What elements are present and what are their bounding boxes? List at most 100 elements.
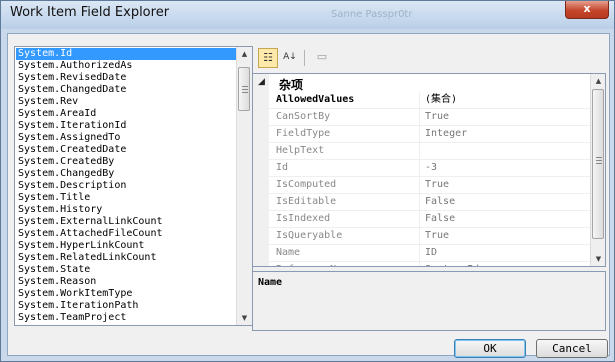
ok-button[interactable]: OK xyxy=(454,339,526,358)
property-value[interactable]: -3 xyxy=(425,160,587,176)
property-value[interactable]: System.Id xyxy=(425,262,587,266)
property-grid-table: ◢ 杂项 AllowedValues (集合) CanSortBy True Field… xyxy=(252,73,606,267)
scroll-up-arrow-icon[interactable]: ▲ xyxy=(591,74,605,88)
property-grid-toolbar: ☷ A↓ ▭ xyxy=(252,46,606,71)
property-row[interactable]: IsEditable False xyxy=(269,194,590,211)
property-name: IsEditable xyxy=(276,196,337,207)
collapse-triangle-icon[interactable]: ◢ xyxy=(258,77,265,87)
field-list-item[interactable]: System.AuthorizedAs xyxy=(16,60,236,72)
field-list-item[interactable]: System.HyperLinkCount xyxy=(16,240,236,252)
categorized-icon: ☷ xyxy=(263,51,273,64)
property-value[interactable]: False xyxy=(425,194,587,210)
property-row[interactable]: IsIndexed False xyxy=(269,211,590,228)
field-list-item[interactable]: System.State xyxy=(16,264,236,276)
field-list-item[interactable]: System.Reason xyxy=(16,276,236,288)
category-header[interactable]: ◢ 杂项 xyxy=(253,75,590,92)
property-name: Id xyxy=(276,162,289,173)
property-row[interactable]: IsQueryable True xyxy=(269,228,590,245)
field-list-item[interactable]: System.AssignedTo xyxy=(16,132,236,144)
field-list-item[interactable]: System.Id xyxy=(16,48,236,60)
property-value[interactable]: ID xyxy=(425,245,587,261)
property-name: CanSortBy xyxy=(276,111,331,122)
column-divider xyxy=(419,194,420,210)
property-name: Name xyxy=(276,247,301,258)
alphabetical-button[interactable]: A↓ xyxy=(280,48,300,68)
field-list[interactable]: System.Id System.AuthorizedAs System.Revis… xyxy=(14,46,253,326)
categorized-button[interactable]: ☷ xyxy=(258,48,278,68)
property-name: ReferenceName xyxy=(276,262,416,266)
field-list-item[interactable]: System.Title xyxy=(16,192,236,204)
close-icon: x xyxy=(583,2,591,15)
field-list-item[interactable]: System.RevisedDate xyxy=(16,72,236,84)
field-list-item[interactable]: System.ExternalLinkCount xyxy=(16,216,236,228)
field-list-item[interactable]: System.WorkItemType xyxy=(16,288,236,300)
property-value[interactable]: False xyxy=(425,211,587,227)
property-grid-scroll-thumb[interactable] xyxy=(592,89,604,239)
property-name: IsComputed xyxy=(276,179,337,190)
field-list-item[interactable]: System.CreatedDate xyxy=(16,144,236,156)
help-title: Name xyxy=(258,277,283,288)
category-label: 杂项 xyxy=(279,78,304,92)
property-name: FieldType xyxy=(276,128,331,139)
column-divider xyxy=(419,228,420,244)
alphabetical-sort-icon: A↓ xyxy=(283,52,297,62)
column-divider xyxy=(419,143,420,159)
property-row[interactable]: Id -3 xyxy=(269,160,590,177)
property-value[interactable]: Integer xyxy=(425,126,587,142)
property-row[interactable]: ReferenceName System.Id xyxy=(269,262,590,266)
property-row[interactable]: CanSortBy True xyxy=(269,109,590,126)
field-list-item[interactable]: System.AttachedFileCount xyxy=(16,228,236,240)
property-row[interactable]: IsComputed True xyxy=(269,177,590,194)
property-name: IsQueryable xyxy=(276,230,343,241)
column-divider xyxy=(419,262,420,266)
property-pages-icon: ▭ xyxy=(316,50,328,63)
property-value[interactable]: True xyxy=(425,109,587,125)
column-divider xyxy=(419,160,420,176)
cancel-button[interactable]: Cancel xyxy=(536,339,608,358)
property-row[interactable]: FieldType Integer xyxy=(269,126,590,143)
field-list-item[interactable]: System.AreaId xyxy=(16,108,236,120)
column-divider xyxy=(419,177,420,193)
field-list-item[interactable]: System.RelatedLinkCount xyxy=(16,252,236,264)
title-bar[interactable]: Work Item Field Explorer Sanne Passpr0tr… xyxy=(1,1,614,29)
field-list-item[interactable]: System.Rev xyxy=(16,96,236,108)
column-divider xyxy=(419,126,420,142)
scroll-down-arrow-icon[interactable]: ▼ xyxy=(591,252,605,266)
property-value[interactable]: True xyxy=(425,228,587,244)
column-divider xyxy=(419,92,420,108)
close-button[interactable]: x xyxy=(565,1,609,19)
property-grid-scrollbar[interactable]: ▲ ▼ xyxy=(590,74,605,266)
field-explorer-window: Work Item Field Explorer Sanne Passpr0tr… xyxy=(0,0,615,362)
window-title: Work Item Field Explorer xyxy=(10,5,170,20)
property-row[interactable]: HelpText xyxy=(269,143,590,160)
field-list-item[interactable]: System.IterationId xyxy=(16,120,236,132)
property-value[interactable]: (集合) xyxy=(425,92,587,108)
property-value[interactable]: True xyxy=(425,177,587,193)
grid-left-margin xyxy=(253,74,269,266)
property-pages-button[interactable]: ▭ xyxy=(312,48,332,68)
background-ghost-text: Sanne Passpr0tr xyxy=(331,9,413,20)
field-list-item[interactable]: System.Description xyxy=(16,180,236,192)
scroll-down-arrow-icon[interactable]: ▼ xyxy=(237,311,252,325)
property-name: AllowedValues xyxy=(276,94,355,105)
field-list-item[interactable]: System.IterationPath xyxy=(16,300,236,312)
property-rows: AllowedValues (集合) CanSortBy True FieldType I… xyxy=(269,92,590,266)
column-divider xyxy=(419,245,420,261)
scroll-up-arrow-icon[interactable]: ▲ xyxy=(237,47,252,61)
property-name: HelpText xyxy=(276,145,325,156)
property-name: IsIndexed xyxy=(276,213,331,224)
field-list-item[interactable]: System.TeamProject xyxy=(16,312,236,324)
field-list-item[interactable]: System.ChangedBy xyxy=(16,168,236,180)
toolbar-separator xyxy=(304,50,305,66)
field-list-scrollbar[interactable]: ▲ ▼ xyxy=(236,47,252,325)
field-list-scroll-thumb[interactable] xyxy=(238,67,250,111)
field-list-items: System.Id System.AuthorizedAs System.Revis… xyxy=(16,48,236,324)
field-list-item[interactable]: System.History xyxy=(16,204,236,216)
field-list-item[interactable]: System.ChangedDate xyxy=(16,84,236,96)
property-grid: ☷ A↓ ▭ ◢ 杂项 AllowedValues (集合) CanSortBy Tr… xyxy=(252,46,606,331)
property-row[interactable]: Name ID xyxy=(269,245,590,262)
property-help-pane: Name xyxy=(252,271,606,331)
dialog-client-area: System.Id System.AuthorizedAs System.Revis… xyxy=(7,33,610,358)
field-list-item[interactable]: System.CreatedBy xyxy=(16,156,236,168)
property-row[interactable]: AllowedValues (集合) xyxy=(269,92,590,109)
